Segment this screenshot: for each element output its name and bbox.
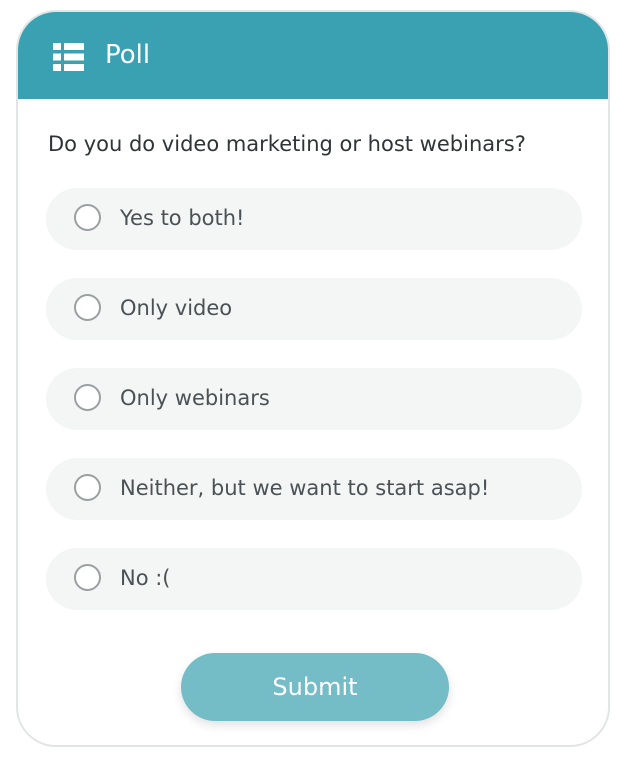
poll-title: Poll [105, 40, 151, 70]
poll-option-only-video[interactable]: Only video [46, 278, 582, 340]
radio-button[interactable] [74, 474, 101, 501]
poll-option-neither[interactable]: Neither, but we want to start asap! [46, 458, 582, 520]
poll-card: Poll Do you do video marketing or host w… [16, 10, 610, 747]
poll-option-only-webinars[interactable]: Only webinars [46, 368, 582, 430]
option-label: Only webinars [120, 386, 270, 410]
option-label: No :( [120, 566, 171, 590]
list-icon [53, 43, 84, 71]
poll-option-no[interactable]: No :( [46, 548, 582, 610]
option-label: Yes to both! [120, 206, 245, 230]
poll-options: Yes to both! Only video Only webinars Ne… [46, 188, 584, 638]
poll-option-yes-to-both[interactable]: Yes to both! [46, 188, 582, 250]
option-label: Neither, but we want to start asap! [120, 476, 490, 500]
poll-header: Poll [18, 12, 608, 99]
radio-button[interactable] [74, 204, 101, 231]
radio-button[interactable] [74, 564, 101, 591]
submit-button[interactable]: Submit [181, 653, 449, 721]
radio-button[interactable] [74, 294, 101, 321]
radio-button[interactable] [74, 384, 101, 411]
option-label: Only video [120, 296, 233, 320]
poll-question: Do you do video marketing or host webina… [48, 132, 526, 156]
